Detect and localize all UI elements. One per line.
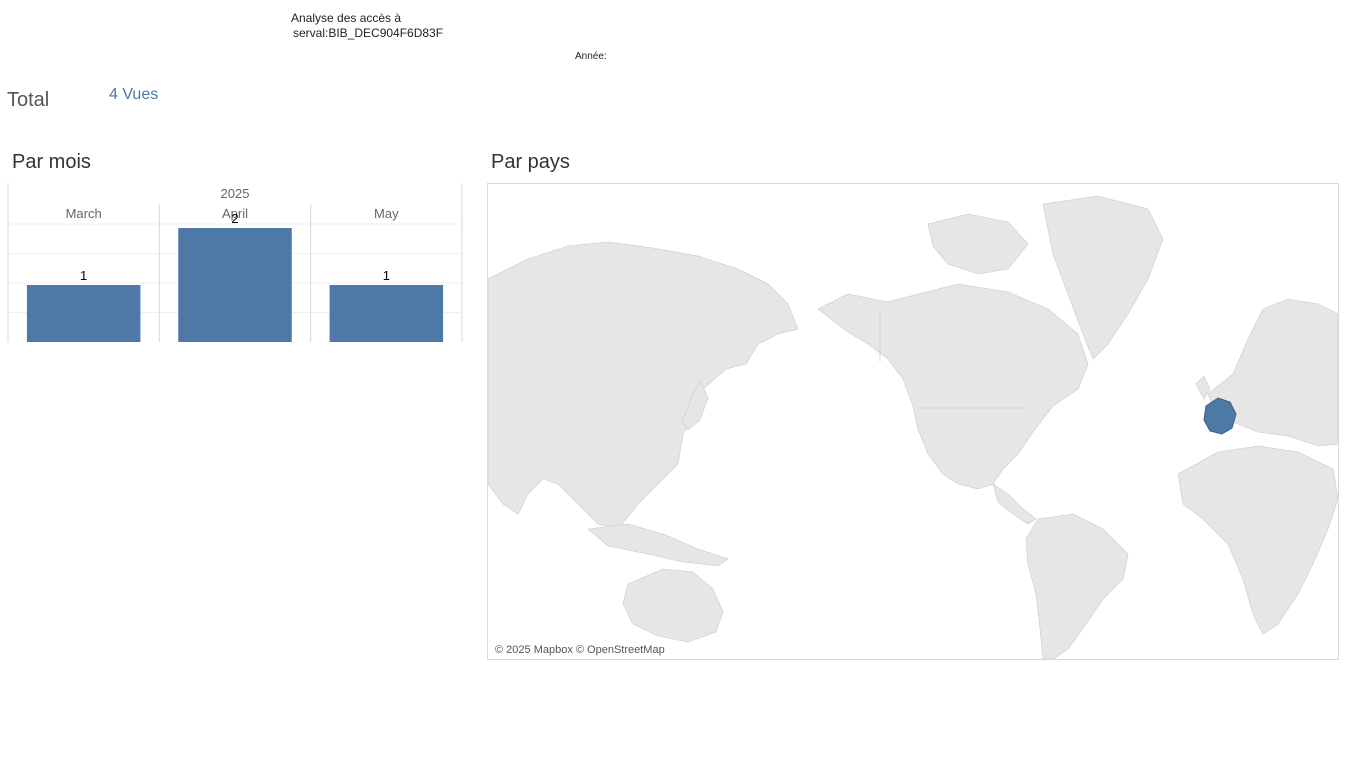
chart-category-label: March — [66, 206, 102, 221]
map-attribution[interactable]: © 2025 Mapbox © OpenStreetMap — [495, 644, 665, 656]
chart-category-label: May — [374, 206, 399, 221]
title-line-1: Analyse des accès à — [291, 11, 402, 25]
by-month-title: Par mois — [12, 151, 91, 173]
chart-data-label: 1 — [383, 268, 390, 283]
by-country-title: Par pays — [491, 151, 570, 173]
world-map[interactable]: © 2025 Mapbox © OpenStreetMap — [487, 183, 1339, 660]
map-landmass-africa — [1177, 445, 1338, 635]
total-views-value: 4 Vues — [109, 86, 159, 103]
map-landmass-arctic — [927, 213, 1029, 275]
chart-group-label: 2025 — [221, 186, 250, 201]
monthly-bar-chart: 2025March1April2 May1 — [7, 183, 463, 342]
total-label: Total — [7, 89, 50, 111]
chart-bar — [26, 285, 141, 342]
dashboard-title: Analyse des accès à serval:BIB_DEC904F6D… — [291, 11, 443, 41]
chart-data-label: 2 — [231, 211, 238, 226]
chart-data-label: 1 — [80, 268, 87, 283]
world-map-svg — [488, 195, 1338, 659]
map-landmass-north-america — [817, 283, 1089, 490]
map-country-france — [1203, 397, 1237, 435]
map-landmass-south-america — [1025, 513, 1129, 659]
year-filter-label[interactable]: Année: — [575, 51, 607, 62]
map-landmass-indonesia — [587, 523, 729, 567]
title-line-2: serval:BIB_DEC904F6D83F — [293, 26, 444, 40]
map-landmass-australia — [622, 568, 724, 643]
map-landmass-asia — [488, 241, 799, 530]
map-landmass-central-america — [992, 483, 1037, 525]
chart-bar — [329, 285, 444, 342]
map-landmass-uk — [1195, 375, 1211, 400]
chart-bar — [178, 228, 292, 342]
